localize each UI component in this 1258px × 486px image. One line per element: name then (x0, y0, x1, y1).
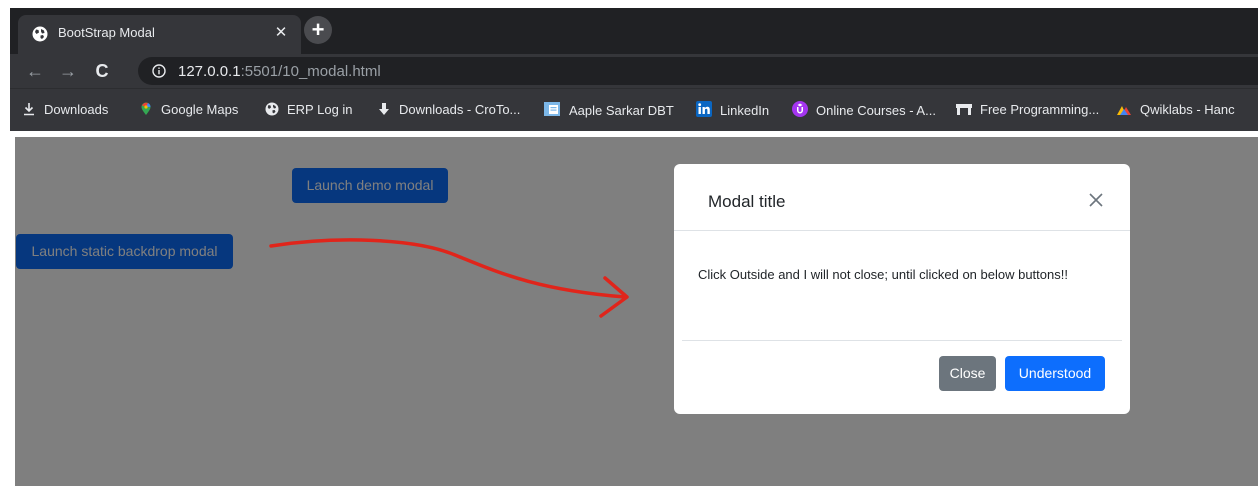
bookmark-label: ERP Log in (287, 102, 353, 117)
bookmark-free-programming[interactable]: Free Programming... (956, 101, 1099, 119)
modal-title: Modal title (708, 192, 786, 211)
globe-icon (32, 26, 48, 42)
bookmark-qwiklabs[interactable]: Qwiklabs - Hanc (1116, 101, 1235, 119)
bookmark-label: Downloads (44, 102, 109, 117)
document-icon (543, 101, 561, 117)
globe-icon (265, 102, 279, 116)
bookmark-google-maps[interactable]: Google Maps (139, 101, 238, 119)
address-bar[interactable]: 127.0.0.1:5501/10_modal.html (138, 57, 1258, 85)
reload-icon[interactable]: C (91, 60, 113, 82)
bookmark-label: Qwiklabs - Hanc (1140, 102, 1235, 117)
url-text: 127.0.0.1:5501/10_modal.html (178, 63, 381, 80)
bookmarks-bar: Downloads Google Maps ERP Log in Downloa… (10, 88, 1258, 131)
tab-title: BootStrap Modal (58, 25, 155, 40)
bookmark-label: Free Programming... (980, 102, 1100, 117)
forward-arrow-icon[interactable]: → (57, 60, 79, 82)
qwiklabs-icon (1116, 102, 1132, 116)
browser-toolbar: ← → C 127.0.0.1:5501/10_modal.html (10, 54, 1258, 88)
map-pin-icon (139, 102, 153, 116)
browser-window: BootStrap Modal ✕ + ← → C 127.0.0.1:5501… (10, 8, 1258, 131)
bookmark-label: Online Courses - A... (816, 103, 936, 118)
static-backdrop-modal: Modal title Click Outside and I will not… (674, 164, 1130, 414)
bookmark-downloads-croto[interactable]: Downloads - CroTo... (377, 101, 520, 119)
page-content: Launch demo modal Launch static backdrop… (15, 137, 1258, 486)
modal-body-text: Click Outside and I will not close; unti… (698, 267, 1068, 282)
bookmark-label: LinkedIn (720, 103, 770, 118)
modal-footer-divider (682, 340, 1122, 341)
url-host: 127.0.0.1 (178, 63, 241, 80)
info-icon[interactable] (152, 64, 166, 78)
bookmark-label: Aaple Sarkar DBT (569, 103, 674, 118)
tab-strip: BootStrap Modal ✕ + (10, 8, 1258, 54)
bookmark-erp-login[interactable]: ERP Log in (265, 101, 353, 119)
bookmark-online-courses[interactable]: Online Courses - A... (792, 101, 936, 119)
download-icon (22, 102, 36, 116)
modal-header: Modal title (674, 164, 1130, 231)
bookmark-label: Downloads - CroTo... (399, 102, 521, 117)
url-path: :5501/10_modal.html (240, 63, 381, 80)
freecodecamp-icon (956, 102, 972, 116)
bookmark-downloads[interactable]: Downloads (22, 101, 108, 119)
understood-button[interactable]: Understood (1005, 356, 1105, 391)
bookmark-linkedin[interactable]: LinkedIn (696, 101, 769, 119)
new-tab-button[interactable]: + (304, 16, 332, 44)
close-button[interactable]: Close (939, 356, 996, 391)
close-tab-icon[interactable]: ✕ (271, 23, 291, 43)
back-arrow-icon[interactable]: ← (24, 60, 46, 82)
udemy-icon (792, 101, 808, 117)
bookmark-label: Google Maps (161, 102, 239, 117)
download-arrow-icon (377, 102, 391, 116)
tab-bootstrap-modal[interactable]: BootStrap Modal ✕ (18, 15, 301, 54)
close-icon[interactable] (1086, 190, 1106, 210)
linkedin-icon (696, 101, 712, 117)
bookmark-aaple-sarkar[interactable]: Aaple Sarkar DBT (543, 101, 674, 119)
